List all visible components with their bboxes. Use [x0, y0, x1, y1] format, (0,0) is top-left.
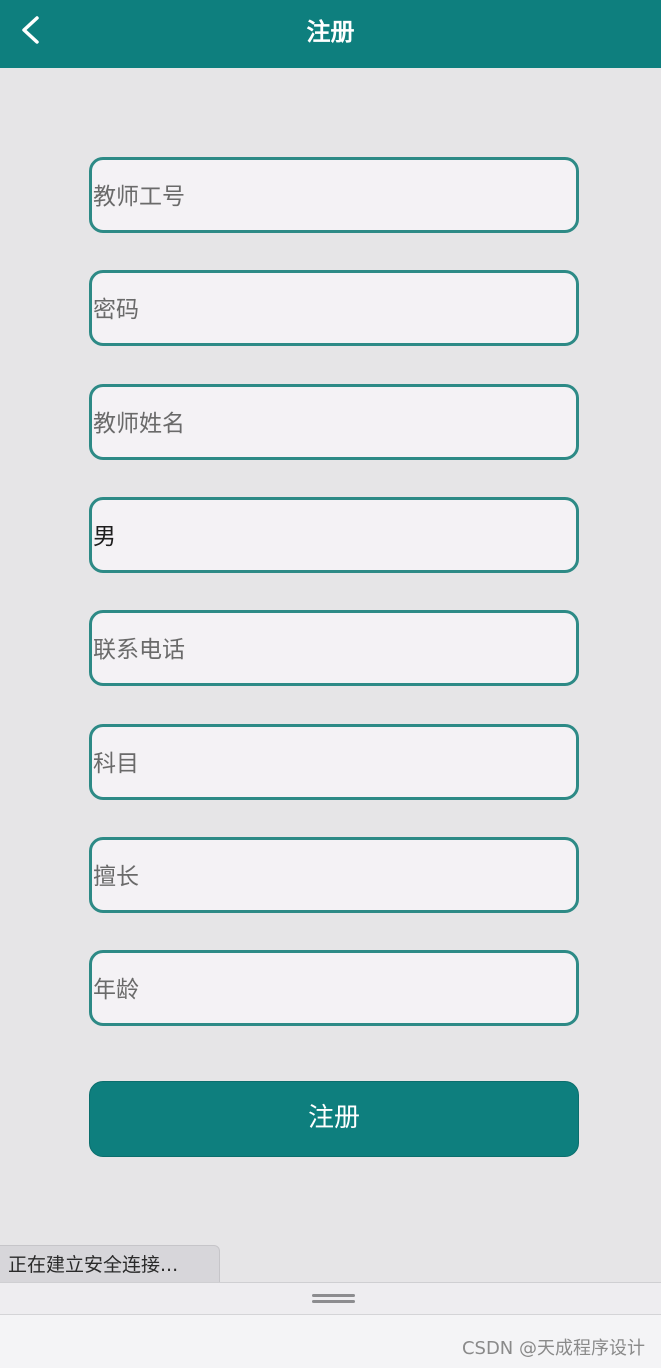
drag-handle-line: [312, 1300, 355, 1303]
teacher-id-placeholder: 教师工号: [93, 184, 185, 210]
resize-bar: [0, 1282, 661, 1315]
age-input[interactable]: 年龄: [89, 950, 579, 1026]
drag-handle-icon[interactable]: [312, 1294, 355, 1304]
specialty-placeholder: 擅长: [93, 864, 139, 890]
teacher-name-input[interactable]: 教师姓名: [89, 384, 579, 460]
password-input[interactable]: 密码: [89, 270, 579, 346]
password-placeholder: 密码: [93, 297, 139, 323]
watermark-text: CSDN @天成程序设计: [461, 1338, 645, 1359]
subject-placeholder: 科目: [93, 751, 139, 777]
phone-placeholder: 联系电话: [93, 637, 185, 663]
register-button[interactable]: 注册: [89, 1081, 579, 1157]
connection-status-tooltip: 正在建立安全连接...: [0, 1245, 220, 1283]
subject-input[interactable]: 科目: [89, 724, 579, 800]
header-bar: 注册: [0, 0, 661, 68]
gender-input[interactable]: 男: [89, 497, 579, 573]
drag-handle-line: [312, 1294, 355, 1297]
gender-value: 男: [93, 524, 116, 550]
specialty-input[interactable]: 擅长: [89, 837, 579, 913]
connection-status-text: 正在建立安全连接...: [8, 1254, 179, 1276]
teacher-name-placeholder: 教师姓名: [93, 411, 185, 437]
footer-area: CSDN @天成程序设计: [0, 1315, 661, 1368]
age-placeholder: 年龄: [93, 977, 139, 1003]
register-page: 注册 教师工号 密码 教师姓名 男 联系电话 科目 擅长 年龄 注册 正在建立安…: [0, 0, 661, 1368]
page-title: 注册: [306, 18, 355, 46]
teacher-id-input[interactable]: 教师工号: [89, 157, 579, 233]
phone-input[interactable]: 联系电话: [89, 610, 579, 686]
